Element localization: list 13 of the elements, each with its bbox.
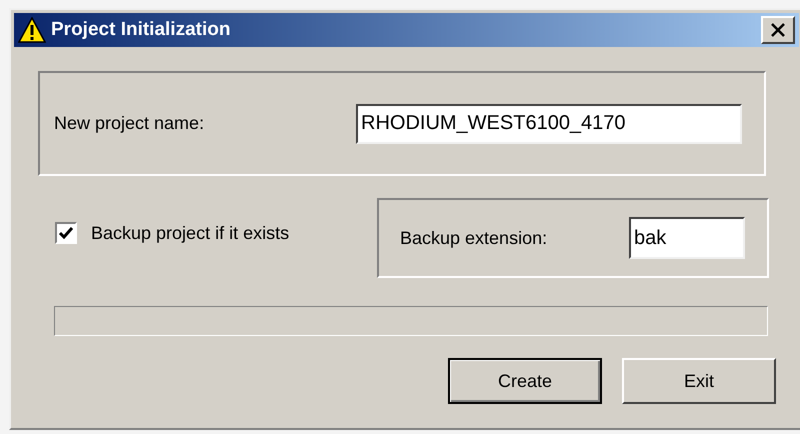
- checkbox-label: Backup project if it exists: [91, 222, 290, 244]
- project-name-field[interactable]: RHODIUM_WEST6100_4170: [356, 104, 742, 144]
- warning-icon: [18, 17, 46, 43]
- window-title: Project Initialization: [51, 18, 230, 42]
- field-label: Backup extension:: [400, 226, 548, 250]
- backup-extension-field[interactable]: bak: [629, 217, 745, 259]
- dialog-button[interactable]: Create: [448, 358, 602, 404]
- close-icon: [770, 23, 786, 37]
- field-label: New project name:: [54, 112, 204, 135]
- close-button[interactable]: [761, 16, 795, 44]
- backup-checkbox[interactable]: [55, 222, 77, 244]
- checkmark-icon: [59, 227, 73, 239]
- dialog-button[interactable]: Exit: [622, 358, 776, 404]
